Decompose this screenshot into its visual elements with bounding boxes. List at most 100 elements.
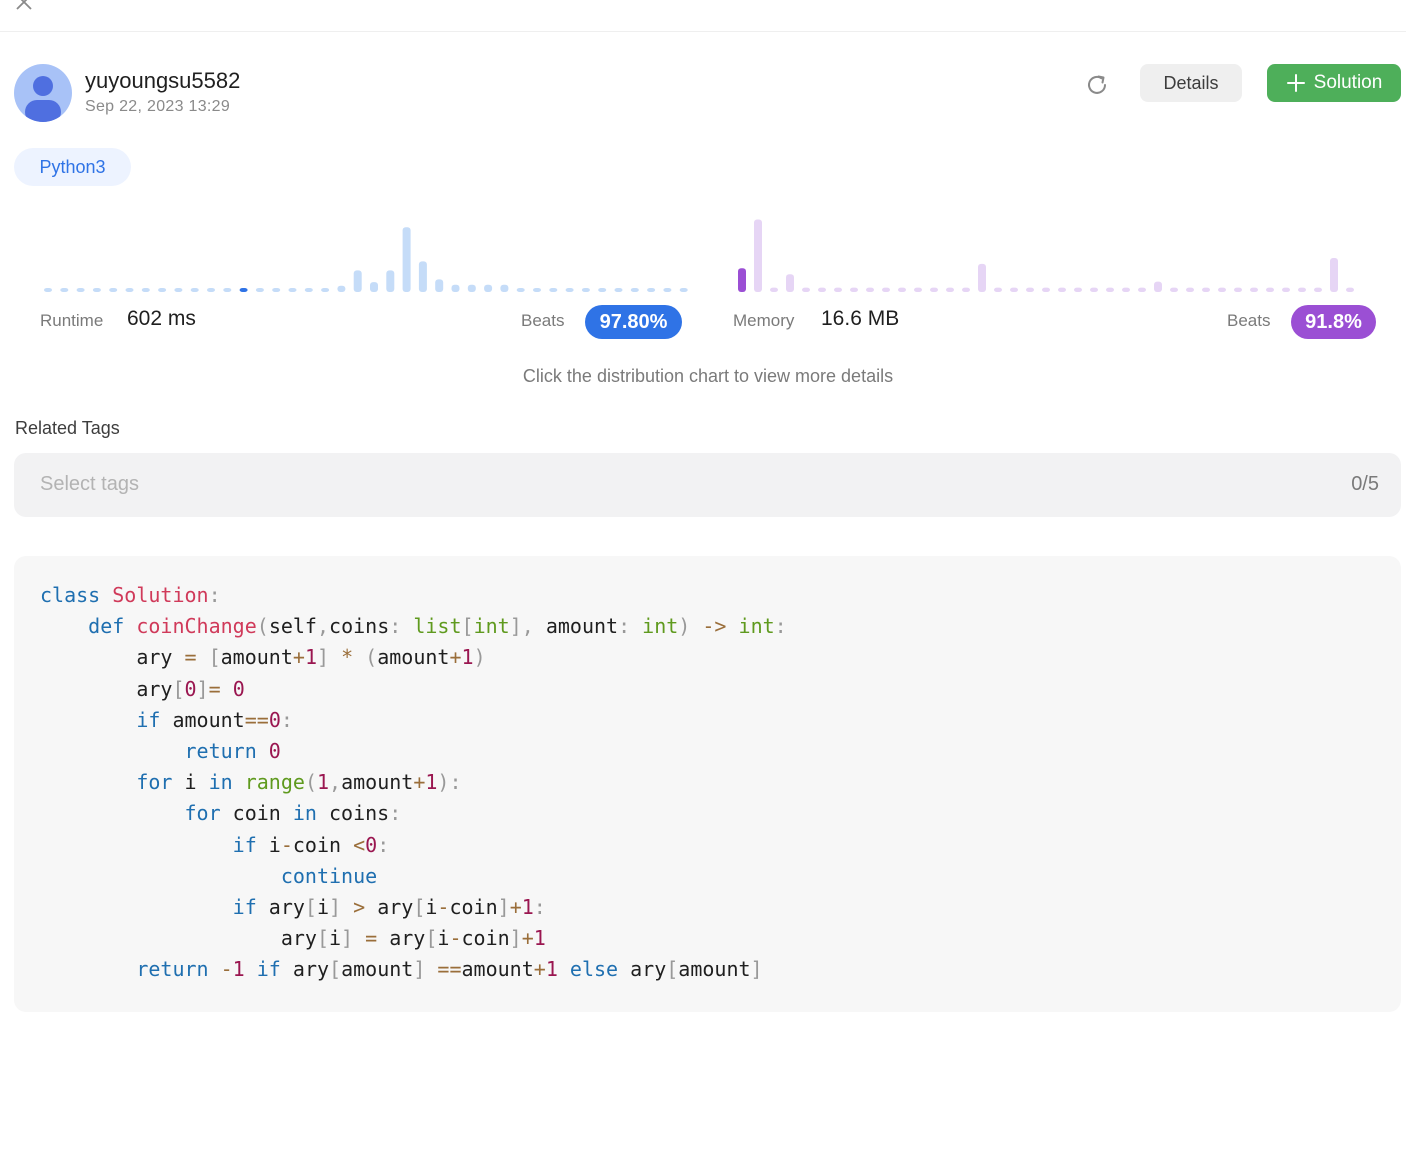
memory-label: Memory — [733, 311, 795, 330]
runtime-bar-19[interactable] — [353, 270, 362, 292]
chart-hint: Click the distribution chart to view mor… — [522, 366, 894, 386]
memory-bar-31[interactable] — [1234, 287, 1242, 292]
memory-bar-11[interactable] — [914, 287, 922, 292]
memory-bar-9[interactable] — [882, 287, 890, 292]
runtime-bar-3[interactable] — [92, 288, 101, 292]
memory-bar-37[interactable] — [1330, 258, 1338, 292]
memory-bar-20[interactable] — [1058, 287, 1066, 292]
runtime-bar-30[interactable] — [533, 288, 541, 292]
memory-bar-21[interactable] — [1074, 287, 1082, 292]
memory-bar-32[interactable] — [1250, 287, 1258, 292]
runtime-bar-27[interactable] — [484, 284, 493, 292]
memory-bar-7[interactable] — [850, 287, 858, 292]
details-button[interactable]: Details — [1140, 64, 1242, 102]
memory-bar-12[interactable] — [930, 287, 938, 292]
memory-bar-17[interactable] — [1010, 287, 1018, 292]
memory-bar-15[interactable] — [978, 263, 986, 292]
memory-bar-5[interactable] — [818, 287, 826, 292]
memory-bar-26[interactable] — [1154, 281, 1162, 292]
runtime-bar-2[interactable] — [76, 288, 85, 292]
runtime-bar-39[interactable] — [679, 288, 688, 292]
runtime-bar-5[interactable] — [125, 288, 134, 292]
memory-bar-22[interactable] — [1090, 287, 1098, 292]
username[interactable]: yuyoungsu5582 — [85, 68, 240, 94]
refresh-button[interactable] — [1082, 70, 1112, 100]
submission-header: yuyoungsu5582 Sep 22, 2023 13:29 Details… — [14, 64, 1402, 124]
runtime-bar-17[interactable] — [321, 288, 330, 292]
memory-bar-19[interactable] — [1042, 287, 1050, 292]
memory-bar-33[interactable] — [1266, 287, 1274, 292]
runtime-bar-20[interactable] — [370, 282, 378, 292]
add-solution-button[interactable]: Solution — [1267, 64, 1401, 102]
memory-bar-8[interactable] — [866, 287, 874, 292]
runtime-bar-36[interactable] — [630, 288, 639, 292]
memory-bar-30[interactable] — [1218, 287, 1226, 292]
avatar[interactable] — [14, 64, 72, 122]
memory-bar-10[interactable] — [898, 287, 906, 292]
memory-bar-25[interactable] — [1138, 287, 1146, 292]
memory-bar-28[interactable] — [1186, 287, 1194, 292]
memory-bar-0[interactable] — [738, 268, 746, 292]
runtime-bar-18[interactable] — [337, 285, 346, 292]
runtime-bar-32[interactable] — [565, 288, 574, 292]
memory-bar-35[interactable] — [1298, 287, 1306, 292]
runtime-distribution-chart[interactable] — [0, 210, 700, 300]
runtime-bar-21[interactable] — [386, 270, 395, 292]
runtime-bar-33[interactable] — [581, 288, 590, 292]
top-bar — [0, 0, 1406, 32]
memory-bar-36[interactable] — [1314, 287, 1322, 292]
runtime-bar-35[interactable] — [614, 288, 623, 292]
runtime-bar-14[interactable] — [272, 288, 281, 292]
memory-stats: Memory 16.6 MB Beats 91.8% — [0, 305, 1406, 339]
memory-bar-4[interactable] — [802, 287, 810, 292]
runtime-bar-26[interactable] — [467, 284, 476, 292]
runtime-bar-25[interactable] — [451, 284, 460, 292]
memory-bar-23[interactable] — [1106, 287, 1114, 292]
runtime-bar-12[interactable] — [239, 288, 248, 292]
tags-placeholder: Select tags — [40, 473, 139, 495]
runtime-bar-24[interactable] — [435, 279, 444, 292]
code-viewer[interactable]: class Solution: def coinChange(self,coin… — [14, 556, 1401, 1012]
memory-bar-38[interactable] — [1346, 287, 1354, 292]
runtime-bar-7[interactable] — [158, 288, 167, 292]
runtime-bar-11[interactable] — [223, 288, 232, 292]
runtime-bar-34[interactable] — [598, 288, 607, 292]
memory-bar-6[interactable] — [834, 287, 842, 292]
memory-bar-13[interactable] — [946, 287, 954, 292]
memory-bar-14[interactable] — [962, 287, 970, 292]
runtime-bar-29[interactable] — [516, 288, 525, 292]
runtime-bar-28[interactable] — [500, 284, 509, 292]
close-icon[interactable] — [12, 0, 36, 14]
runtime-bar-8[interactable] — [174, 288, 183, 292]
runtime-bar-22[interactable] — [402, 227, 411, 292]
runtime-bar-23[interactable] — [418, 261, 427, 292]
memory-bar-16[interactable] — [994, 287, 1002, 292]
memory-bar-2[interactable] — [770, 287, 778, 292]
distribution-charts[interactable] — [0, 210, 1406, 300]
runtime-bar-1[interactable] — [60, 288, 69, 292]
runtime-bar-6[interactable] — [141, 288, 150, 292]
runtime-bar-31[interactable] — [549, 288, 558, 292]
memory-bar-34[interactable] — [1282, 287, 1290, 292]
runtime-bar-37[interactable] — [647, 288, 656, 292]
plus-icon — [1286, 74, 1305, 92]
runtime-bar-16[interactable] — [304, 288, 313, 292]
memory-bar-1[interactable] — [754, 219, 762, 293]
runtime-bar-10[interactable] — [207, 288, 215, 292]
tags-select[interactable]: Select tags 0/5 — [14, 453, 1401, 517]
memory-bar-3[interactable] — [786, 274, 794, 292]
memory-bar-27[interactable] — [1170, 287, 1178, 292]
memory-distribution-chart[interactable] — [700, 210, 1400, 300]
runtime-bar-15[interactable] — [288, 288, 297, 292]
details-button-label: Details — [1163, 72, 1219, 93]
runtime-bar-4[interactable] — [109, 288, 118, 292]
runtime-bar-38[interactable] — [663, 288, 672, 292]
memory-bar-29[interactable] — [1202, 287, 1210, 292]
memory-bar-24[interactable] — [1122, 287, 1130, 292]
runtime-bar-9[interactable] — [190, 288, 199, 292]
language-badge: Python3 — [14, 148, 131, 186]
memory-bar-18[interactable] — [1026, 287, 1034, 292]
runtime-bar-13[interactable] — [255, 288, 264, 292]
solution-button-label: Solution — [1313, 72, 1383, 93]
runtime-bar-0[interactable] — [44, 288, 52, 292]
